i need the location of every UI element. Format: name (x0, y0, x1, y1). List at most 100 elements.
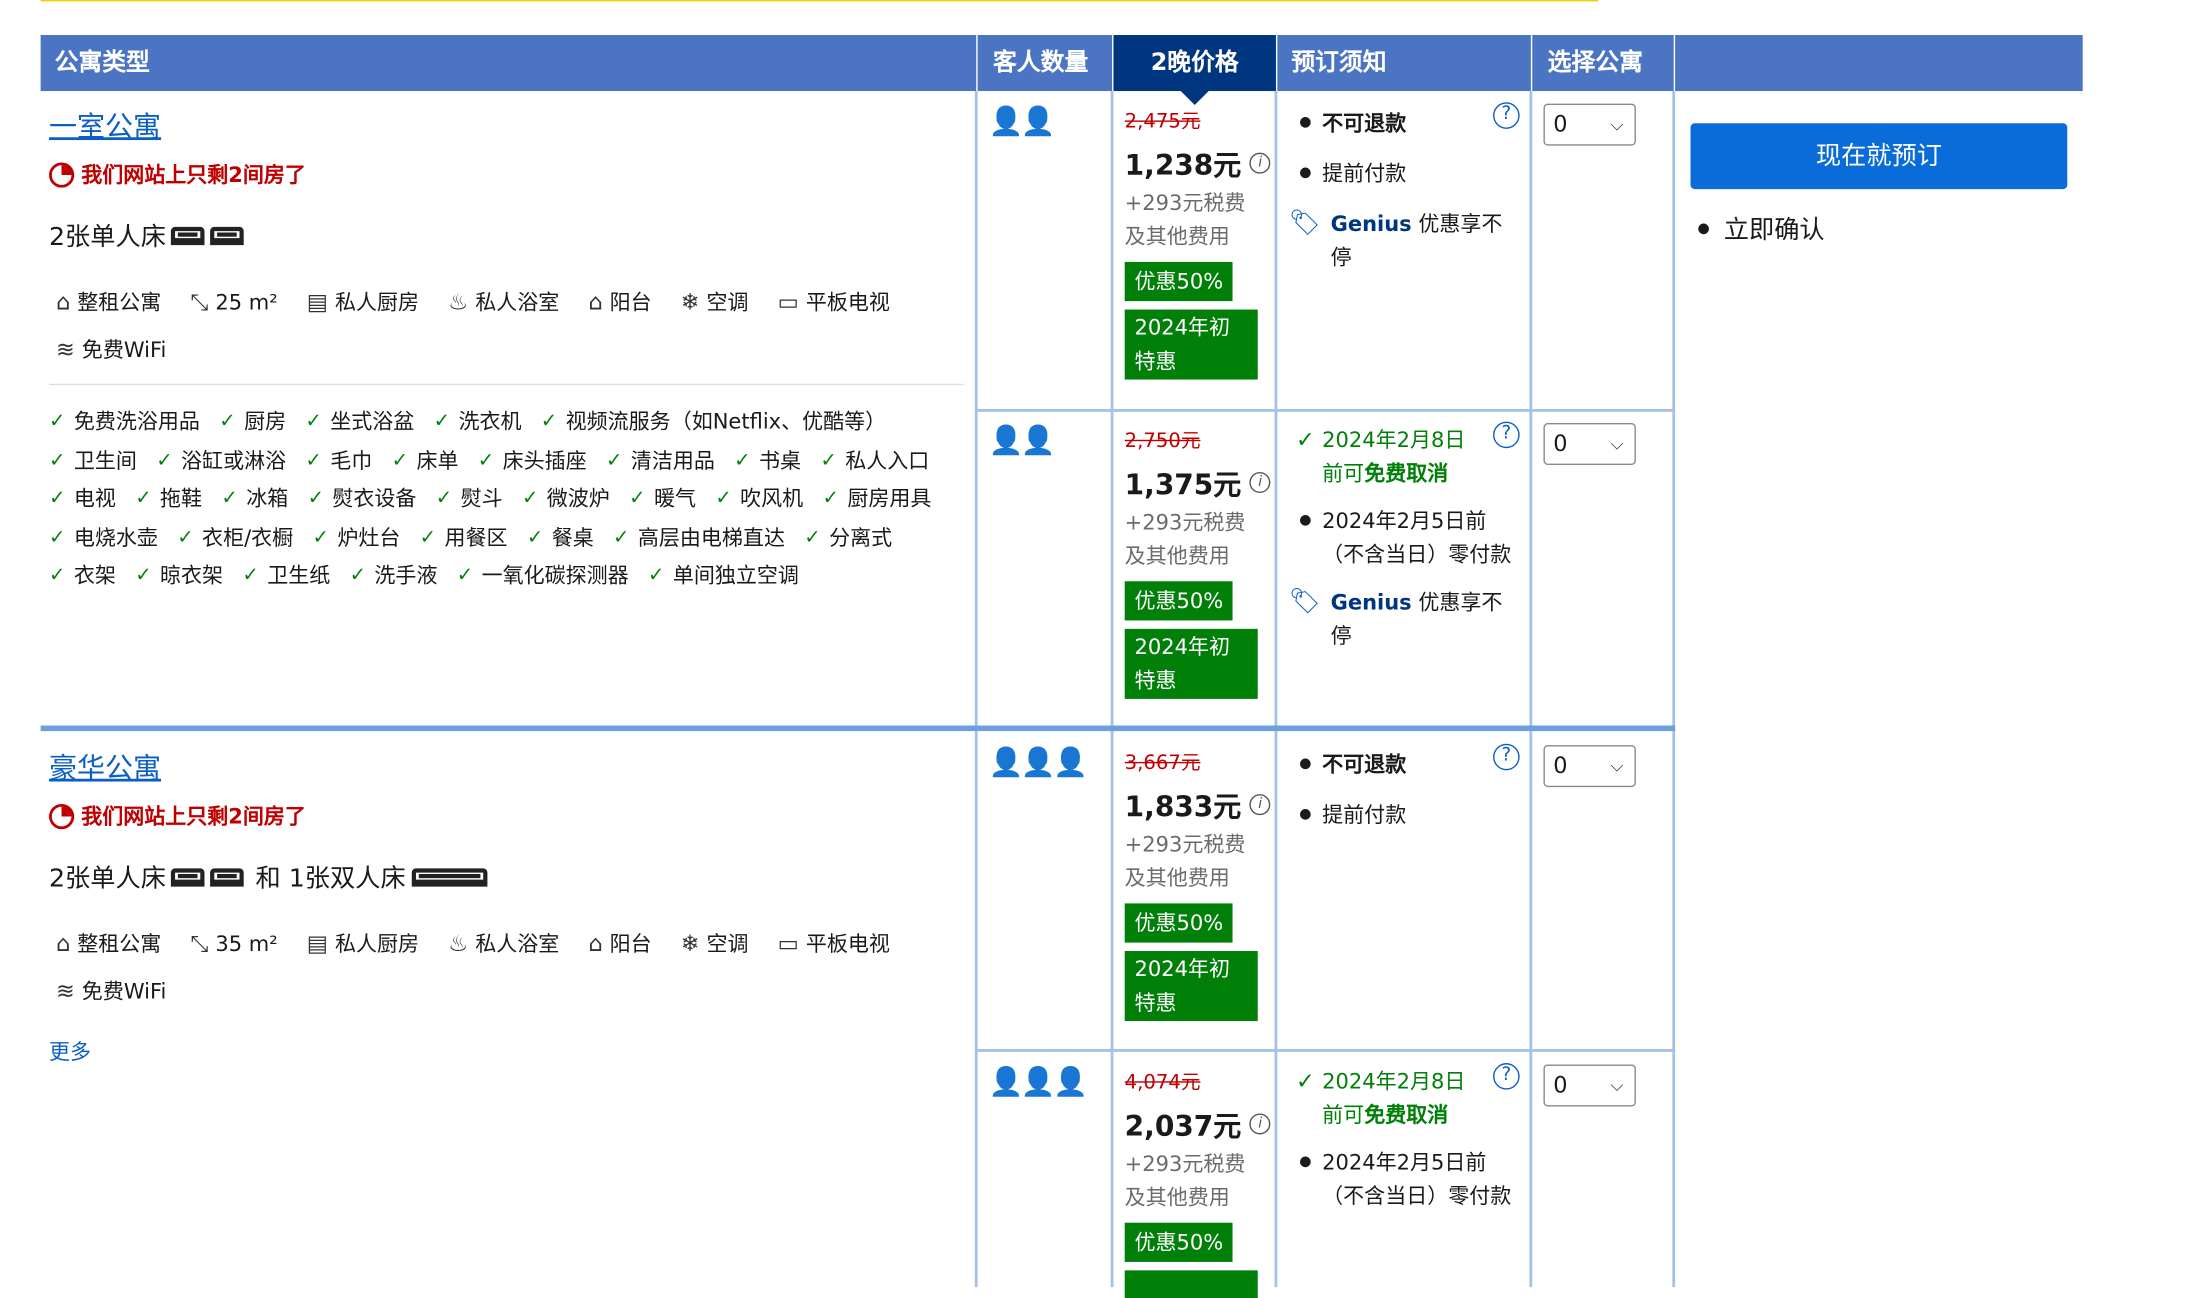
check-icon: ✓ (433, 410, 451, 433)
amenity-list: ✓ 免费洗浴用品 ✓ 厨房 ✓ 坐式浴盆 ✓ 洗衣机 ✓ 视频流服务（如Netflix、优… (49, 402, 973, 595)
info-icon[interactable]: i (1249, 152, 1271, 174)
price-block: 4,074元 2,037元 i +293元税费及其他费用 优惠50% (1124, 1067, 1272, 1298)
check-icon: ✓ (419, 526, 437, 549)
check-icon: ✓ (49, 449, 66, 472)
amenity-item: ✓ 厨房 (219, 403, 286, 440)
deal-badge: 2024年初特惠 (1124, 951, 1258, 1022)
chevron-down-icon: ⌵ (1610, 1075, 1624, 1096)
facility-item: ❄ 空调 (681, 920, 749, 968)
deal-badge (1124, 1270, 1258, 1298)
scarcity-notice: 我们网站上只剩2间房了 (49, 160, 306, 189)
deal-badge: 2024年初特惠 (1124, 309, 1258, 380)
double-bed-icon (411, 867, 487, 886)
current-price: 1,833元 i (1125, 784, 1272, 825)
check-icon: ✓ (456, 564, 474, 588)
policy-item: ● 提前付款 (1299, 161, 1407, 187)
facility-item: ⤡ 25 m² (190, 279, 277, 327)
shower-icon: ♨ (448, 929, 469, 957)
policy-item: ● 2024年2月5日前（不含当日）零付款 (1299, 508, 1512, 568)
size-icon: ⤡ (190, 288, 209, 316)
amenity-item: ✓ 洗手液 (350, 558, 438, 595)
grid-line (976, 408, 1674, 412)
facility-item: ▤ 私人厨房 (307, 920, 419, 968)
quantity-select[interactable]: 0 ⌵ (1543, 422, 1636, 465)
tag-icon: 🏷 (1288, 208, 1321, 239)
top-divider (40, 0, 1599, 2)
quantity-select[interactable]: 0 ⌵ (1543, 103, 1636, 146)
apartment-name-link[interactable]: 豪华公寓 (49, 745, 161, 786)
amenity-item: ✓ 洗衣机 (434, 403, 522, 440)
apartment-name-link[interactable]: 一室公寓 (49, 104, 161, 145)
amenity-item: ✓ 衣架 (49, 558, 116, 595)
policy-block: ✓ 2024年2月8日 前可免费取消 ● 2024年2月5日前（不含当日）零付款 (1289, 1064, 1513, 1212)
amenity-item: ✓ 单间独立空调 (648, 558, 799, 595)
header-select: 选择公寓 (1532, 35, 1674, 92)
kitchen-icon: ▤ (306, 929, 328, 957)
check-icon: ✓ (540, 410, 558, 433)
check-icon: ✓ (820, 449, 837, 472)
guest-capacity-icon: 👤👤👤 (988, 1064, 1088, 1099)
facility-item: ♨ 私人浴室 (448, 920, 559, 968)
facility-item: ≋ 免费WiFi (56, 326, 166, 374)
house-icon: ⌂ (56, 929, 71, 957)
single-bed-icon (210, 226, 245, 245)
quantity-select[interactable]: 0 ⌵ (1543, 1064, 1636, 1107)
guest-capacity-icon: 👤👤 (988, 422, 1056, 457)
wifi-icon: ≋ (56, 977, 75, 1005)
original-price: 4,074元 (1124, 1071, 1201, 1094)
amenity-item: ✓ 清洁用品 (606, 442, 715, 479)
header-policy: 预订须知 (1277, 35, 1531, 92)
amenity-item: ✓ 浴缸或淋浴 (156, 442, 286, 479)
grid-line (976, 1049, 1674, 1052)
check-icon: ✓ (305, 449, 322, 472)
check-icon: ✓ (1295, 425, 1315, 453)
amenity-item: ✓ 吹风机 (715, 481, 803, 518)
check-icon: ✓ (156, 449, 173, 472)
amenity-item: ✓ 床单 (392, 442, 459, 479)
facility-item: ⌂ 整租公寓 (56, 279, 161, 327)
size-icon: ⤡ (190, 929, 209, 957)
header-apartment-type: 公寓类型 (40, 35, 977, 92)
chevron-down-icon: ⌵ (1610, 434, 1624, 454)
guest-capacity-icon: 👤👤 (988, 103, 1056, 138)
info-icon[interactable]: i (1249, 472, 1271, 494)
amenity-item: ✓ 分离式 (804, 519, 892, 556)
discount-badge: 优惠50% (1124, 261, 1234, 302)
single-bed-icon (171, 867, 206, 886)
check-icon: ✓ (734, 449, 751, 472)
facility-item: ⌂ 整租公寓 (56, 920, 161, 968)
free-cancel-item: ✓ 2024年2月8日 前可免费取消 (1289, 423, 1513, 490)
info-icon[interactable]: i (1249, 1113, 1271, 1135)
quantity-select[interactable]: 0 ⌵ (1543, 745, 1636, 788)
grid-line (1672, 91, 1676, 1288)
facility-item: ❄ 空调 (681, 279, 749, 327)
tv-icon: ▭ (777, 929, 799, 957)
snowflake-icon: ❄ (680, 288, 700, 316)
book-now-button[interactable]: 现在就预订 (1690, 123, 2068, 190)
tv-icon: ▭ (777, 288, 799, 316)
discount-badge: 优惠50% (1124, 581, 1234, 621)
check-icon: ✓ (49, 526, 66, 549)
amenity-item: ✓ 用餐区 (420, 519, 508, 556)
check-icon: ✓ (219, 410, 236, 433)
facility-list: ⌂ 整租公寓 ⤡ 35 m² ▤ 私人厨房 ♨ 私人浴室 ⌂ 阳台 ❄ 空调 ▭ 平板电视 ≋… (56, 920, 966, 1015)
more-link[interactable]: 更多 (49, 1036, 91, 1065)
facility-item: ⌂ 阳台 (588, 920, 651, 968)
facility-item: ♨ 私人浴室 (448, 279, 559, 327)
check-icon: ✓ (629, 487, 646, 511)
check-icon: ✓ (613, 526, 630, 549)
amenity-item: ✓ 厨房用具 (823, 481, 932, 518)
free-cancel-item: ✓ 2024年2月8日 前可免费取消 (1289, 1064, 1513, 1131)
price-block: 2,750元 1,375元 i +293元税费及其他费用 优惠50% 2024年初… (1124, 426, 1272, 699)
amenity-item: ✓ 电烧水壶 (49, 519, 158, 556)
guest-capacity-icon: 👤👤👤 (988, 745, 1088, 779)
bed-info: 2张单人床 和 1张双人床 (49, 859, 487, 895)
shower-icon: ♨ (448, 288, 469, 316)
check-icon: ✓ (822, 487, 839, 511)
info-icon[interactable]: i (1249, 794, 1271, 816)
amenity-item: ✓ 卫生间 (49, 442, 137, 479)
facility-item: ≋ 免费WiFi (56, 968, 166, 1016)
kitchen-icon: ▤ (306, 288, 328, 316)
section-divider (49, 383, 964, 386)
amenity-item: ✓ 微波炉 (522, 481, 610, 518)
